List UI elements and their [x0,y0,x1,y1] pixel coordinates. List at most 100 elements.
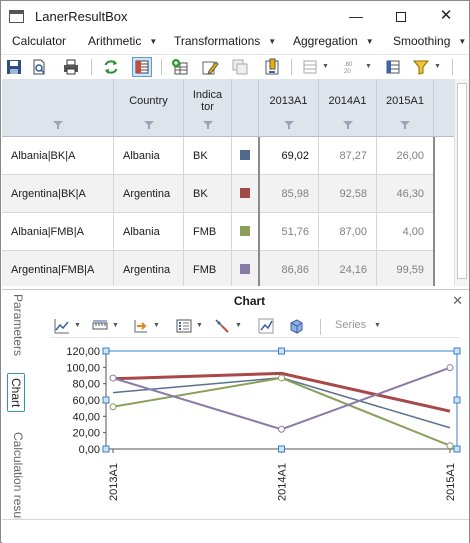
edit-icon[interactable] [201,58,219,76]
filter-icon[interactable] [412,58,430,76]
row-color-cell [232,137,259,175]
value-cell[interactable]: 4,00 [377,213,434,251]
chevron-down-icon[interactable]: ▼ [434,63,441,70]
decimal-places-icon[interactable]: .80 20 [342,58,360,76]
trend-icon[interactable] [258,318,274,334]
print-preview-icon[interactable] [30,58,48,76]
print-icon[interactable] [62,58,80,76]
column-filter-icon[interactable] [52,121,63,129]
row-country[interactable]: Argentina [114,175,184,213]
maximize-button[interactable] [379,1,423,31]
column-filter-icon[interactable] [143,121,154,129]
menu-calculator-label: Calculator [12,34,67,48]
calculate-icon[interactable] [263,58,281,76]
close-button[interactable]: ✕ [424,1,468,31]
menu-arithmetic[interactable]: Arithmetic ▼ [88,34,157,48]
row-indicator[interactable]: FMB [184,213,232,251]
value-cell[interactable]: 26,00 [377,137,434,175]
value-cell[interactable]: 51,76 [259,213,319,251]
chevron-down-icon[interactable]: ▼ [322,63,329,70]
value-cell[interactable]: 24,16 [319,251,377,286]
svg-text:.80: .80 [344,62,353,68]
chart-panel: Parameters Chart Calculation results Cha… [2,289,470,530]
close-icon: ✕ [439,7,453,24]
header-2013a1-label: 2013A1 [269,95,308,107]
chevron-down-icon[interactable]: ▼ [74,322,81,329]
menu-transformations[interactable]: Transformations ▼ [174,34,276,48]
row-name[interactable]: Argentina|BK|A [2,175,114,213]
columns-icon[interactable] [384,58,402,76]
legend-icon[interactable] [176,318,192,334]
series-color-swatch [240,226,250,237]
grid-frozen-divider [258,137,260,286]
value-cell-selected[interactable]: 69,02 [259,137,319,175]
column-filter-icon[interactable] [202,121,213,129]
chart-type-icon[interactable] [54,318,70,334]
x-tick-label: 2014A1 [277,463,289,501]
chevron-down-icon[interactable]: ▼ [112,322,119,329]
refresh-icon[interactable] [102,58,120,76]
series-point [446,364,454,372]
x-tick-label: 2015A1 [445,463,457,501]
line-chart[interactable]: 0,00 20,00 40,00 60,00 80,00 100,00 120,00 2013… [30,342,470,517]
header-series-name[interactable] [2,79,114,137]
toolbar-separator [161,59,162,75]
toolbar-separator [452,59,453,75]
column-filter-icon[interactable] [283,121,294,129]
value-cell[interactable]: 99,59 [377,251,434,286]
axis-scale-icon[interactable] [92,318,108,334]
header-2013a1[interactable]: 2013A1 [259,79,319,137]
row-name[interactable]: Albania|FMB|A [2,213,114,251]
column-filter-icon[interactable] [400,121,410,129]
row-name[interactable]: Albania|BK|A [2,137,114,175]
value-cell[interactable]: 87,00 [319,213,377,251]
value-cell[interactable]: 92,58 [319,175,377,213]
menu-transformations-label: Transformations [174,34,261,48]
menu-aggregation-label: Aggregation [293,34,358,48]
menu-arithmetic-label: Arithmetic [88,34,142,48]
grid-vertical-scrollbar[interactable] [454,79,469,286]
save-icon[interactable] [5,58,23,76]
panel-close-icon[interactable]: ✕ [452,293,463,309]
chevron-down-icon[interactable]: ▼ [374,322,381,329]
hide-rows-icon[interactable] [301,58,319,76]
row-country[interactable]: Albania [114,213,184,251]
svg-text:20: 20 [344,69,351,75]
chevron-down-icon[interactable]: ▼ [235,322,242,329]
header-2015a1[interactable]: 2015A1 [377,79,434,137]
row-name[interactable]: Argentina|FMB|A [2,251,114,286]
menu-aggregation[interactable]: Aggregation ▼ [293,34,374,48]
value-cell[interactable]: 85,98 [259,175,319,213]
series-order-icon[interactable] [133,318,149,334]
row-country[interactable]: Argentina [114,251,184,286]
chevron-down-icon[interactable]: ▼ [365,63,372,70]
row-country[interactable]: Albania [114,137,184,175]
data-labels-icon[interactable] [215,318,231,334]
header-indicator[interactable]: Indica tor [184,79,232,137]
copy-icon[interactable] [231,58,249,76]
menu-calculator[interactable]: Calculator [12,34,66,48]
3d-icon[interactable] [288,318,304,334]
row-indicator[interactable]: BK [184,137,232,175]
tab-parameters[interactable]: Parameters [7,294,25,356]
header-country[interactable]: Country [114,79,184,137]
header-2014a1[interactable]: 2014A1 [319,79,377,137]
table-view-icon[interactable] [132,57,152,77]
chevron-down-icon[interactable]: ▼ [153,322,160,329]
row-indicator[interactable]: BK [184,175,232,213]
header-indicator-label: Indica tor [192,89,223,113]
chevron-down-icon[interactable]: ▼ [196,322,203,329]
value-cell[interactable]: 86,86 [259,251,319,286]
column-filter-icon[interactable] [342,121,353,129]
series-dropdown-label[interactable]: Series [335,319,366,331]
row-indicator[interactable]: FMB [184,251,232,286]
row-color-cell [232,213,259,251]
value-cell[interactable]: 87,27 [319,137,377,175]
scrollbar-thumb[interactable] [457,83,467,279]
tab-calculation-results[interactable]: Calculation results [7,432,25,530]
tab-chart[interactable]: Chart [7,373,25,413]
menu-smoothing[interactable]: Smoothing ▼ [393,34,466,48]
value-cell[interactable]: 46,30 [377,175,434,213]
minimize-button[interactable]: — [334,1,378,31]
add-series-icon[interactable] [171,58,189,76]
